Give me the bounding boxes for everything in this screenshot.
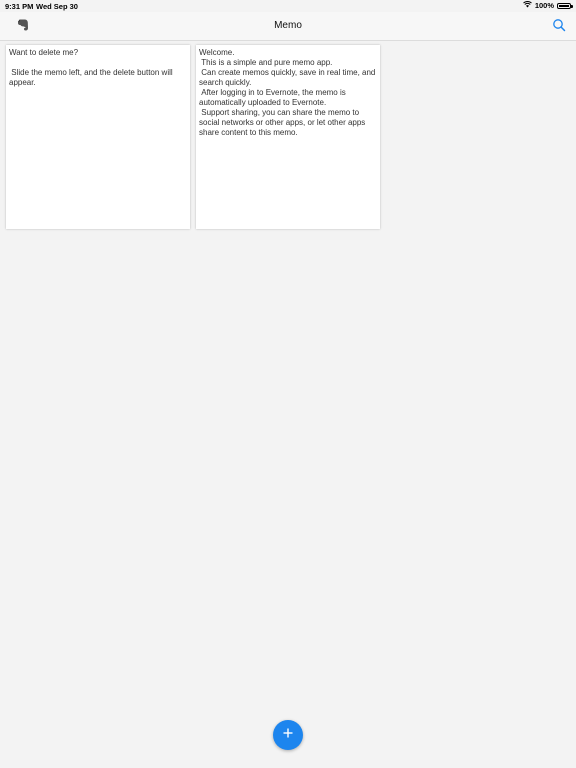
battery-percent: 100% [534, 1, 554, 10]
status-date: Wed Sep 30 [36, 2, 78, 11]
page-title: Memo [274, 20, 302, 31]
memo-card[interactable]: Want to delete me? Slide the memo left, … [6, 45, 190, 229]
nav-bar: Memo [0, 12, 576, 41]
status-right: 100% [522, 1, 573, 10]
add-memo-button[interactable] [273, 720, 303, 750]
search-icon[interactable] [552, 18, 566, 32]
status-time: 9:31 PM [5, 2, 34, 11]
memo-card[interactable]: Welcome. This is a simple and pure memo … [196, 45, 380, 229]
status-bar: 9:31 PM Wed Sep 30 100% [0, 0, 576, 12]
wifi-icon [522, 1, 532, 10]
plus-icon [282, 726, 294, 744]
battery-level [559, 4, 569, 7]
battery-icon [557, 2, 573, 9]
